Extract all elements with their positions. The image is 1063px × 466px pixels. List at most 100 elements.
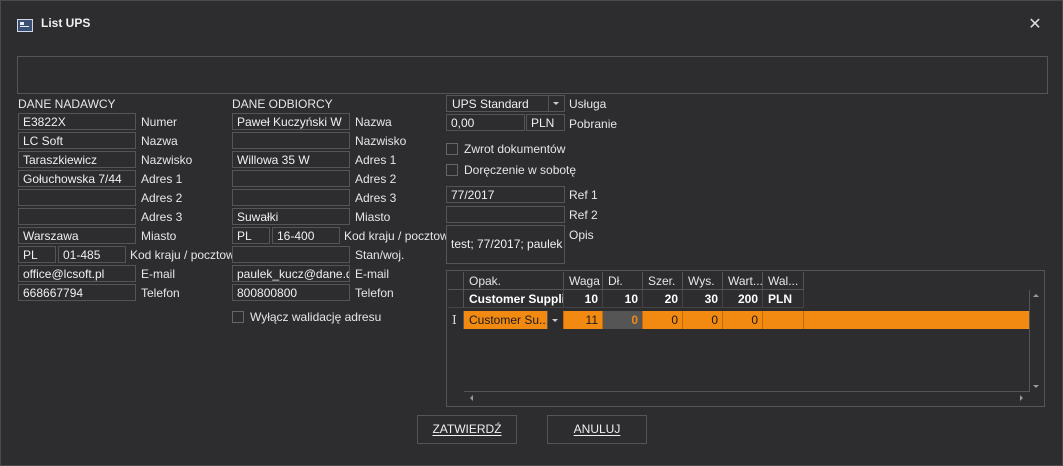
service-select[interactable]: UPS Standard (446, 95, 565, 112)
disable-validation-label: Wyłącz walidację adresu (250, 310, 382, 324)
sender-telefon-label: Telefon (141, 286, 180, 300)
text-cursor-icon: I (452, 313, 457, 327)
table-row-1-dl[interactable]: 10 (603, 290, 643, 308)
recipient-stan-field[interactable] (232, 246, 350, 263)
table-row-1-wal[interactable]: PLN (763, 290, 804, 308)
col-header-wal[interactable]: Wal... (763, 272, 804, 290)
recipient-telefon-label: Telefon (355, 286, 394, 300)
recipient-adres3-field[interactable] (232, 189, 350, 206)
table-row-2-fill (804, 311, 1029, 329)
ref2-label: Ref 2 (569, 208, 598, 222)
recipient-header: DANE ODBIORCY (232, 97, 333, 111)
sender-email-field[interactable]: office@lcsoft.pl (18, 265, 136, 282)
vertical-scrollbar[interactable] (1029, 290, 1043, 392)
recipient-adres3-label: Adres 3 (355, 191, 397, 205)
recipient-email-field[interactable]: paulek_kucz@dane.de (232, 265, 350, 282)
recipient-stan-label: Stan/woj. (355, 248, 405, 262)
cod-amount-field[interactable]: 0,00 (446, 114, 525, 131)
recipient-country-field[interactable]: PL (232, 227, 270, 244)
opis-field[interactable]: test; 77/2017; paulek F (446, 225, 565, 264)
grid-corner (448, 272, 464, 290)
sender-miasto-field[interactable]: Warszawa (18, 227, 136, 244)
recipient-adres2-field[interactable] (232, 170, 350, 187)
table-row-2-wal[interactable] (763, 311, 804, 329)
horizontal-scrollbar[interactable] (464, 391, 1029, 405)
table-row-2-opak[interactable]: Customer Su... (464, 311, 564, 329)
table-row-1-waga[interactable]: 10 (564, 290, 603, 308)
disable-validation-checkbox[interactable] (232, 311, 244, 323)
row-indicator-active[interactable]: I (448, 311, 464, 329)
recipient-email-label: E-mail (355, 267, 390, 281)
table-row-2-wart[interactable]: 0 (723, 311, 763, 329)
table-row-2-waga[interactable]: 11 (564, 311, 603, 329)
sender-adres2-label: Adres 2 (141, 191, 183, 205)
recipient-telefon-field[interactable]: 800800800 (232, 284, 350, 301)
recipient-nazwa-label: Nazwa (355, 115, 392, 129)
scroll-left-icon[interactable] (470, 395, 473, 401)
window-app-icon (17, 19, 33, 32)
opis-label: Opis (569, 228, 594, 242)
col-header-wart[interactable]: Wart... (723, 272, 763, 290)
table-row-1-szer[interactable]: 20 (643, 290, 683, 308)
sender-adres1-field[interactable]: Gołuchowska 7/44 (18, 170, 136, 187)
recipient-miasto-field[interactable]: Suwałki (232, 208, 350, 225)
sender-numer-field[interactable]: E3822X (18, 113, 136, 130)
return-docs-label: Zwrot dokumentów (464, 142, 566, 156)
chevron-down-icon[interactable] (548, 96, 564, 111)
recipient-nazwisko-label: Nazwisko (355, 134, 407, 148)
sender-adres2-field[interactable] (18, 189, 136, 206)
sender-telefon-field[interactable]: 668667794 (18, 284, 136, 301)
sender-kod-label: Kod kraju / pocztowy (130, 248, 241, 262)
recipient-postcode-field[interactable]: 16-400 (272, 227, 340, 244)
chevron-down-icon[interactable] (547, 311, 563, 329)
col-header-wys[interactable]: Wys. (683, 272, 723, 290)
sender-numer-label: Numer (141, 115, 178, 129)
col-header-opak[interactable]: Opak. (464, 272, 564, 290)
col-header-szer[interactable]: Szer. (643, 272, 683, 290)
recipient-kod-label: Kod kraju / pocztowy (344, 229, 455, 243)
ref1-field[interactable]: 77/2017 (446, 186, 565, 203)
recipient-miasto-label: Miasto (355, 210, 391, 224)
dialog-window: List UPS ✕ DANE NADAWCY E3822X Numer LC … (0, 0, 1063, 466)
sender-adres3-field[interactable] (18, 208, 136, 225)
table-row-1-opak[interactable]: Customer Suppli... (464, 290, 564, 308)
title-bar: List UPS ✕ (1, 1, 1062, 41)
recipient-nazwa-field[interactable]: Paweł Kuczyński W (232, 113, 350, 130)
recipient-adres1-field[interactable]: Willowa 35 W (232, 151, 350, 168)
table-row-1-wys[interactable]: 30 (683, 290, 723, 308)
table-row-1-wart[interactable]: 200 (723, 290, 763, 308)
cod-label: Pobranie (569, 117, 618, 131)
recipient-adres2-label: Adres 2 (355, 172, 397, 186)
packages-grid: Opak. Waga Dł. Szer. Wys. Wart... Wal...… (446, 270, 1045, 407)
sender-country-field[interactable]: PL (18, 246, 56, 263)
sender-nazwa-field[interactable]: LC Soft (18, 132, 136, 149)
scroll-right-icon[interactable] (1020, 395, 1023, 401)
table-row-2-opak-value: Customer Su... (469, 313, 550, 327)
row-indicator[interactable] (448, 290, 464, 308)
cancel-button[interactable]: ANULUJ (547, 415, 647, 444)
col-header-dl[interactable]: Dł. (603, 272, 643, 290)
cod-currency-field[interactable]: PLN (526, 114, 565, 131)
sender-adres3-label: Adres 3 (141, 210, 183, 224)
scroll-up-icon[interactable] (1033, 294, 1039, 297)
sender-header: DANE NADAWCY (18, 97, 116, 111)
sender-miasto-label: Miasto (141, 229, 177, 243)
table-row-2-szer[interactable]: 0 (643, 311, 683, 329)
col-header-waga[interactable]: Waga (564, 272, 603, 290)
saturday-delivery-label: Doręczenie w sobotę (464, 163, 577, 177)
confirm-button[interactable]: ZATWIERDŹ (417, 415, 517, 444)
recipient-nazwisko-field[interactable] (232, 132, 350, 149)
table-row-2-dl[interactable]: 0 (603, 311, 643, 329)
saturday-delivery-checkbox[interactable] (446, 164, 458, 176)
sender-nazwisko-field[interactable]: Taraszkiewicz (18, 151, 136, 168)
return-docs-checkbox[interactable] (446, 143, 458, 155)
sender-adres1-label: Adres 1 (141, 172, 183, 186)
service-select-value: UPS Standard (452, 97, 529, 111)
ref2-field[interactable] (446, 206, 565, 223)
sender-postcode-field[interactable]: 01-485 (58, 246, 126, 263)
close-icon[interactable]: ✕ (1027, 17, 1043, 33)
scroll-down-icon[interactable] (1033, 385, 1039, 388)
notes-box[interactable] (17, 56, 1048, 94)
table-row-2-wys[interactable]: 0 (683, 311, 723, 329)
sender-nazwisko-label: Nazwisko (141, 153, 193, 167)
